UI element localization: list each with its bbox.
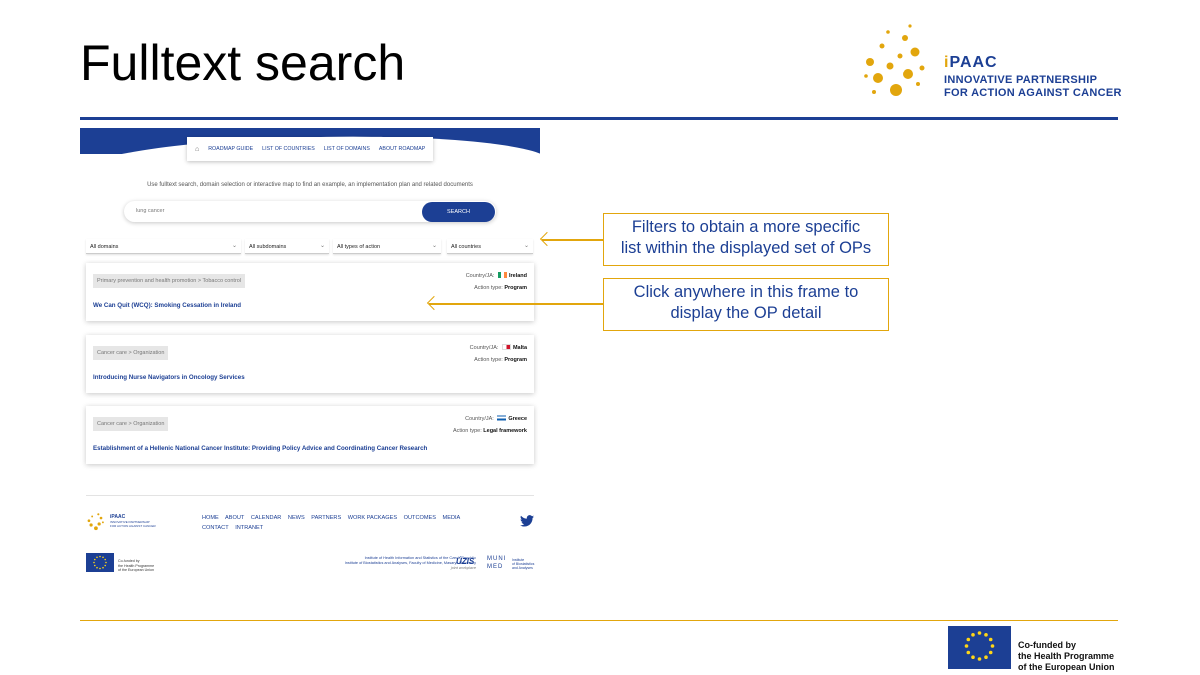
result-title[interactable]: Introducing Nurse Navigators in Oncology… — [93, 374, 245, 381]
chevron-down-icon: ⌄ — [319, 243, 325, 249]
chevron-down-icon: ⌄ — [431, 243, 437, 249]
footer-link-partners[interactable]: PARTNERS — [311, 515, 341, 521]
ipaac-logo: iPAAC INNOVATIVE PARTNERSHIP FOR ACTION … — [860, 22, 1130, 104]
result-country: Country/JA: Malta — [469, 344, 527, 351]
eu-flag-icon — [948, 626, 1011, 669]
search-input-value: lung cancer — [136, 208, 165, 214]
footer-link-about[interactable]: ABOUT — [225, 515, 244, 521]
nav-about-roadmap[interactable]: ABOUT ROADMAP — [379, 146, 425, 152]
ipaac-logo-subtitle: INNOVATIVE PARTNERSHIP FOR ACTION AGAINS… — [944, 74, 1122, 99]
twitter-icon[interactable] — [520, 515, 534, 527]
footer-rule — [80, 620, 1118, 621]
result-card[interactable]: Cancer care > Organization Country/JA: G… — [86, 406, 534, 464]
chevron-down-icon: ⌄ — [231, 243, 237, 249]
result-domain-tag: Cancer care > Organization — [93, 417, 169, 431]
footer-links: HOME ABOUT CALENDAR NEWS PARTNERS WORK P… — [202, 513, 502, 533]
filters-callout: Filters to obtain a more specific list w… — [603, 213, 889, 266]
footer-link-work-packages[interactable]: WORK PACKAGES — [348, 515, 397, 521]
footer-link-calendar[interactable]: CALENDAR — [251, 515, 281, 521]
footer-link-home[interactable]: HOME — [202, 515, 219, 521]
filters-row: All domains ⌄ All subdomains ⌄ All types o… — [86, 239, 533, 255]
footer-link-media[interactable]: MEDIA — [443, 515, 461, 521]
roadmap-screenshot: ⌂ ROADMAP GUIDE LIST OF COUNTRIES LIST O… — [80, 128, 540, 590]
click-frame-arrow — [429, 303, 604, 305]
eu-cofund-text: Co-funded by the Health Programme of the… — [118, 559, 155, 572]
cofund-text: Co-funded by the Health Programme of the… — [1018, 640, 1115, 672]
footer-link-contact[interactable]: CONTACT — [202, 525, 229, 531]
uzis-logo: ÚZIS — [456, 557, 475, 566]
institutes-text: Institute of Health Information and Stat… — [344, 556, 476, 570]
result-title[interactable]: We Can Quit (WCQ): Smoking Cessation in … — [93, 302, 241, 309]
header-rule — [80, 117, 1118, 120]
eu-flag-icon — [86, 553, 114, 572]
filter-domains[interactable]: All domains ⌄ — [86, 239, 241, 254]
result-country: Country/JA: Ireland — [465, 272, 527, 279]
result-country: Country/JA: Greece — [465, 415, 527, 422]
footer-link-intranet[interactable]: INTRANET — [235, 525, 263, 531]
result-card[interactable]: Cancer care > Organization Country/JA: M… — [86, 335, 534, 393]
ipaac-dots-icon — [864, 24, 925, 96]
filter-subdomains[interactable]: All subdomains ⌄ — [245, 239, 329, 254]
result-action-type: Action type: Legal framework — [453, 428, 527, 434]
nav-list-of-domains[interactable]: LIST OF DOMAINS — [324, 146, 370, 152]
roadmap-nav: ⌂ ROADMAP GUIDE LIST OF COUNTRIES LIST O… — [187, 137, 433, 161]
result-domain-tag: Cancer care > Organization — [93, 346, 169, 360]
footer-logo[interactable]: iPAAC INNOVATIVE PARTNERSHIP FOR ACTION A… — [86, 510, 166, 534]
result-action-type: Action type: Program — [474, 357, 527, 363]
ipaac-logo-name: iPAAC — [944, 54, 998, 71]
muni-med-logo: MUNI MED — [487, 556, 507, 570]
ipaac-dots-icon — [87, 513, 104, 531]
result-action-type: Action type: Program — [474, 285, 527, 291]
footer-link-outcomes[interactable]: OUTCOMES — [404, 515, 436, 521]
muni-institute-text: Institute of Biostatistics and Analyses — [512, 558, 535, 570]
search-button[interactable]: SEARCH — [422, 202, 495, 222]
click-frame-callout: Click anywhere in this frame to display … — [603, 278, 889, 331]
ireland-flag-icon — [497, 272, 507, 278]
chevron-down-icon: ⌄ — [523, 243, 529, 249]
result-domain-tag: Primary prevention and health promotion … — [93, 274, 246, 288]
nav-roadmap-guide[interactable]: ROADMAP GUIDE — [208, 146, 253, 152]
intro-text: Use fulltext search, domain selection or… — [147, 182, 473, 188]
footer-link-news[interactable]: NEWS — [288, 515, 305, 521]
nav-list-of-countries[interactable]: LIST OF COUNTRIES — [262, 146, 315, 152]
result-card[interactable]: Primary prevention and health promotion … — [86, 263, 534, 321]
filter-countries[interactable]: All countries ⌄ — [447, 239, 533, 254]
slide-title: Fulltext search — [80, 35, 406, 91]
greece-flag-icon — [497, 415, 507, 421]
filters-arrow — [542, 239, 604, 241]
filter-types-of-action[interactable]: All types of action ⌄ — [333, 239, 441, 254]
home-icon[interactable]: ⌂ — [195, 146, 199, 153]
malta-flag-icon — [501, 344, 511, 350]
result-title[interactable]: Establishment of a Hellenic National Can… — [93, 445, 427, 452]
